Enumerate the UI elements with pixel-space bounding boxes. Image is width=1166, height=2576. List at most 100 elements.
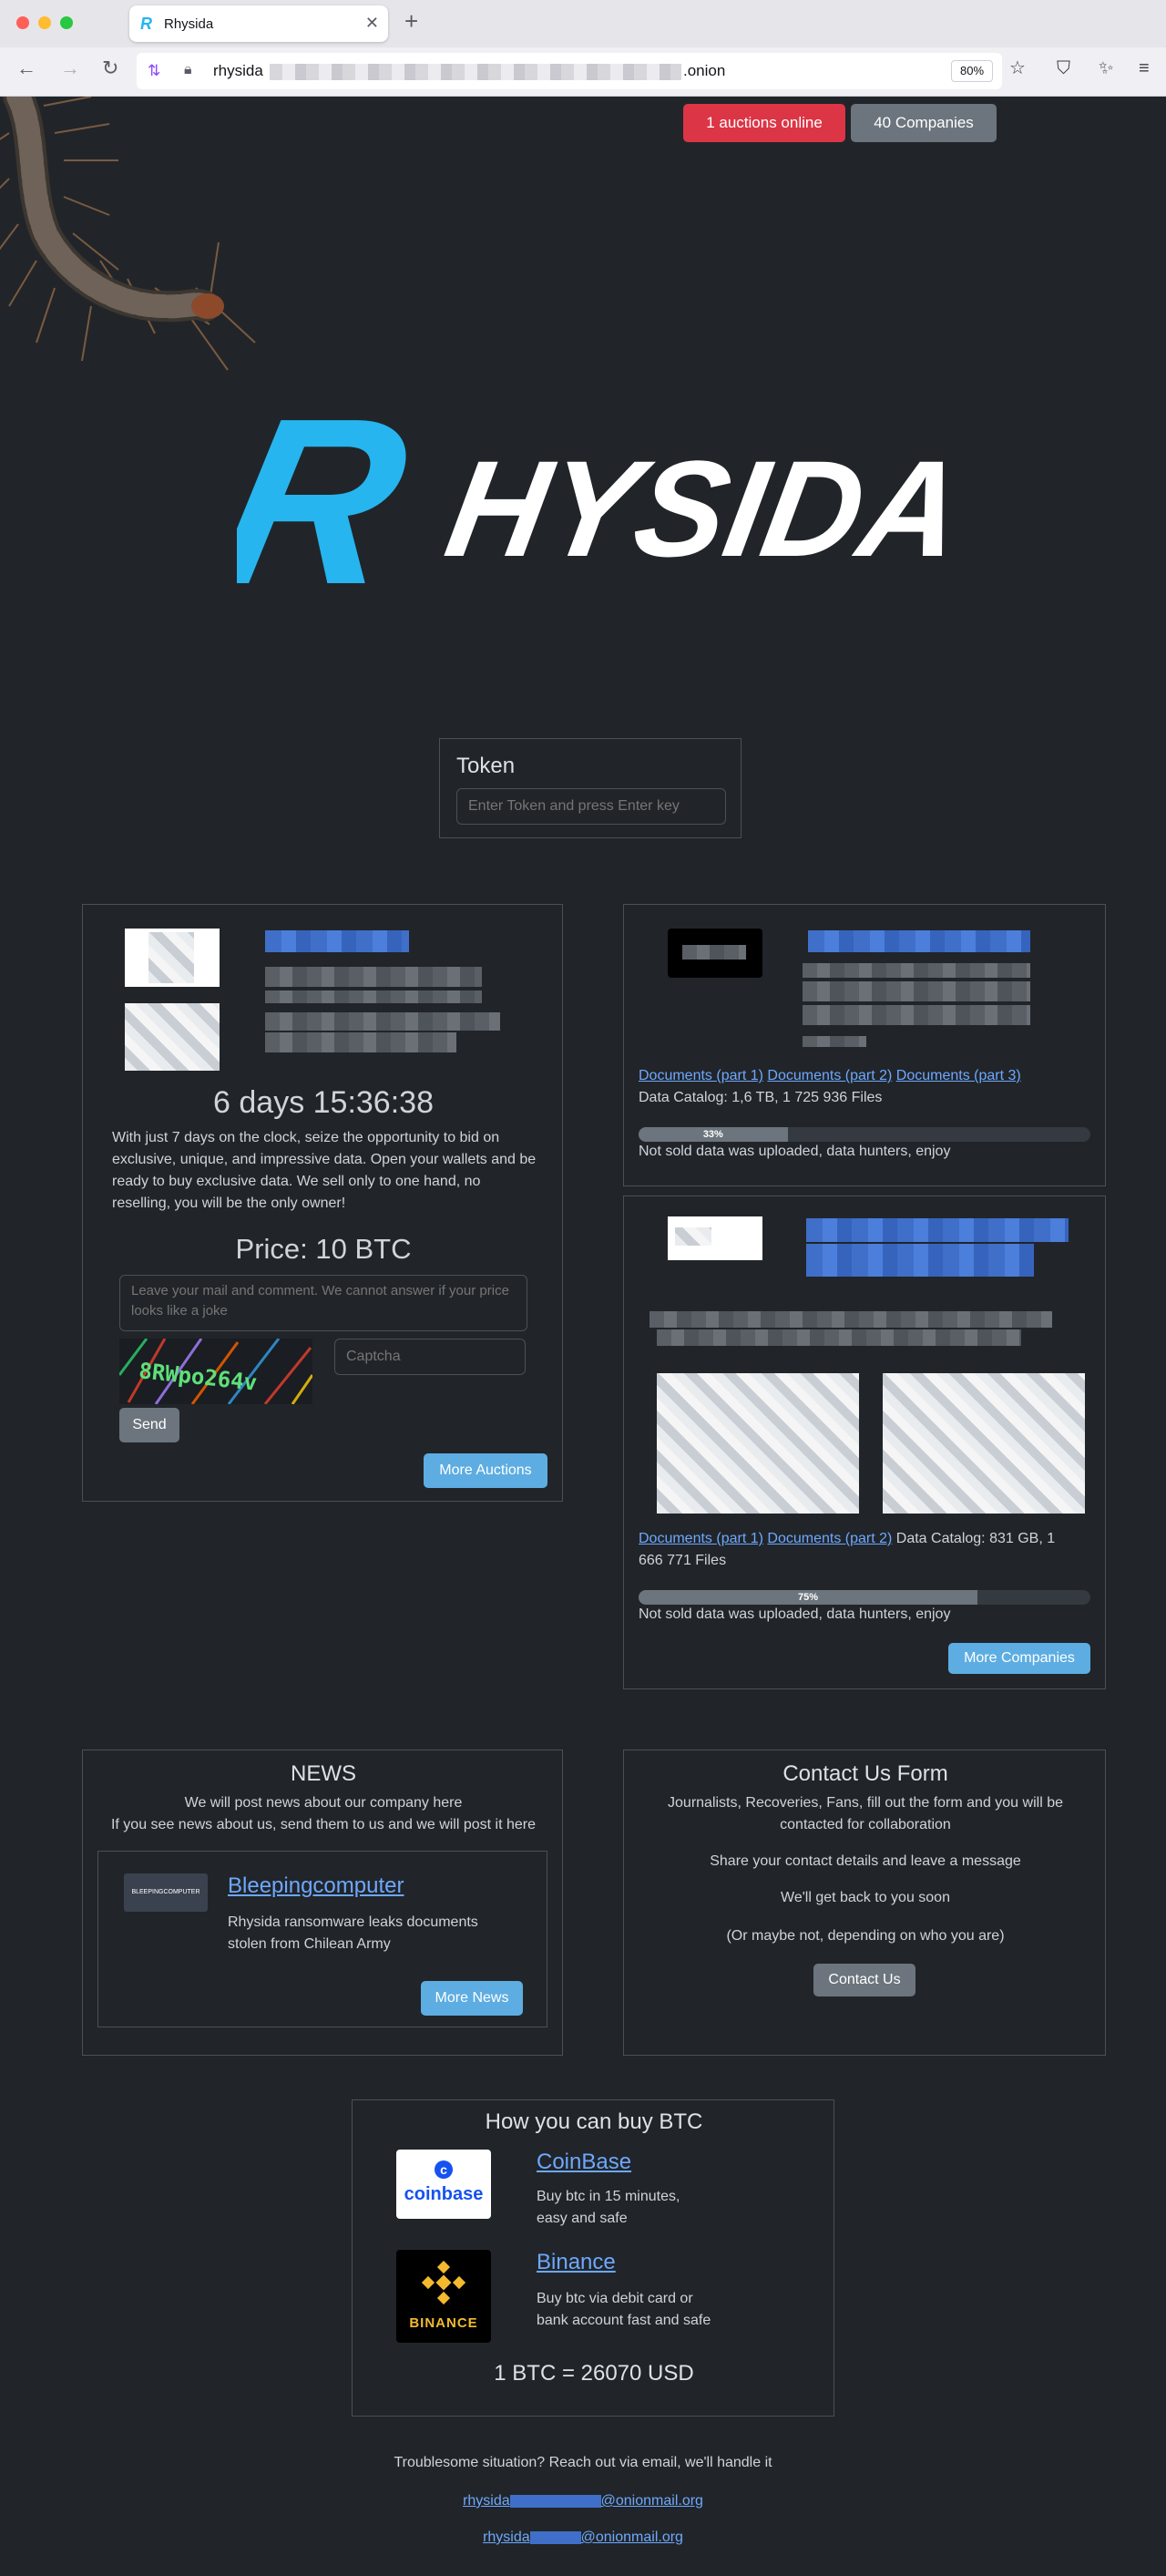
news-item-text: stolen from Chilean Army [228, 1936, 391, 1952]
favicon-icon: R [140, 15, 152, 33]
upload-progress: 75% [639, 1590, 1090, 1605]
more-news-button[interactable]: More News [421, 1981, 523, 2016]
coinbase-logo: c coinbase [396, 2150, 491, 2219]
company-info-redacted [649, 1311, 1052, 1328]
company-info-redacted [803, 981, 1030, 1001]
more-companies-button[interactable]: More Companies [948, 1643, 1090, 1674]
company-documents: Documents (part 1) Documents (part 2) Da… [639, 1528, 1094, 1550]
centipede-image [0, 97, 256, 371]
bookmark-star-icon[interactable]: ☆ [1009, 58, 1026, 78]
captcha-text: 8RWpo264v [138, 1358, 258, 1395]
address-bar[interactable]: ⇅ 🔒︎ rhysida .onion [137, 53, 1002, 89]
documents-part-3-link[interactable]: Documents (part 3) [896, 1068, 1021, 1083]
upload-progress-fill: 33% [639, 1127, 788, 1142]
company-title-redacted [808, 930, 1030, 952]
captcha-image: 8RWpo264v [119, 1339, 312, 1404]
binance-diamond-icon [422, 2261, 465, 2304]
email-prefix[interactable]: rhysida [463, 2493, 510, 2509]
email-redacted [529, 2530, 581, 2544]
news-item: BLEEPINGCOMPUTER Bleepingcomputer Rhysid… [97, 1851, 547, 2027]
auctions-online-button[interactable]: 1 auctions online [683, 104, 845, 142]
more-auctions-button[interactable]: More Auctions [424, 1453, 547, 1488]
close-tab-icon[interactable]: ✕ [365, 14, 379, 33]
binance-link[interactable]: Binance [537, 2250, 616, 2275]
companies-count-button[interactable]: 40 Companies [851, 104, 997, 142]
tab-title: Rhysida [164, 16, 214, 32]
auction-panel: 6 days 15:36:38 With just 7 days on the … [82, 904, 563, 1502]
auction-price: Price: 10 BTC [235, 1233, 412, 1265]
data-catalog: Data Catalog: 1,6 TB, 1 725 936 Files [639, 1090, 883, 1105]
url-suffix: .onion [683, 62, 726, 79]
url-redacted [270, 64, 681, 80]
auction-thumbnail-image [125, 1003, 220, 1071]
email-prefix[interactable]: rhysida [483, 2530, 530, 2545]
contact-text: Share your contact details and leave a m… [710, 1853, 1021, 1869]
news-intro: If you see news about us, send them to u… [110, 1817, 537, 1832]
email-link-2[interactable]: rhysida @onionmail.org [0, 2530, 1166, 2546]
contact-text: Journalists, Recoveries, Fans, fill out … [668, 1795, 1063, 1811]
close-window-button[interactable] [16, 16, 29, 29]
token-input[interactable] [456, 788, 726, 825]
browser-chrome: R Rhysida ✕ + ← → ↻ ⇅ 🔒︎ rhysida .onion … [0, 0, 1166, 97]
logo-r: R [237, 374, 427, 629]
forward-icon[interactable]: → [60, 58, 80, 78]
unsold-note: Not sold data was uploaded, data hunters… [639, 1144, 951, 1159]
zoom-level[interactable]: 80% [951, 60, 993, 82]
company-panel: Documents (part 1) Documents (part 2) Da… [623, 1196, 1106, 1689]
binance-logo: BINANCE [396, 2250, 491, 2343]
buy-btc-panel: How you can buy BTC c coinbase CoinBase … [352, 2099, 834, 2417]
footer-text: Troublesome situation? Reach out via ema… [394, 2455, 772, 2470]
binance-text: Buy btc via debit card or [537, 2291, 693, 2306]
token-box: Token [439, 738, 742, 838]
company-logo-image [668, 1216, 762, 1260]
shield-icon[interactable]: ⛉ [1057, 58, 1070, 78]
auction-title-redacted [265, 930, 409, 952]
news-title: NEWS [291, 1761, 356, 1786]
contact-text: contacted for collaboration [780, 1817, 951, 1832]
btc-rate: 1 BTC = 26070 USD [494, 2361, 694, 2386]
documents-part-1-link[interactable]: Documents (part 1) [639, 1531, 763, 1546]
unsold-note: Not sold data was uploaded, data hunters… [639, 1606, 951, 1622]
company-info-redacted [657, 1329, 1021, 1346]
news-panel: NEWS We will post news about our company… [82, 1750, 563, 2056]
documents-part-2-link[interactable]: Documents (part 2) [767, 1068, 892, 1083]
contact-title: Contact Us Form [782, 1761, 948, 1786]
captcha-input[interactable] [334, 1339, 526, 1375]
company-info-redacted [803, 1036, 866, 1047]
email-redacted [509, 2494, 601, 2508]
magic-wand-icon[interactable]: ✨︎ [1099, 58, 1113, 78]
documents-part-1-link[interactable]: Documents (part 1) [639, 1068, 763, 1083]
lock-icon[interactable]: 🔒︎ [184, 62, 192, 78]
auction-info-redacted [265, 1032, 456, 1052]
reload-icon[interactable]: ↻ [102, 58, 118, 78]
tor-circuit-icon[interactable]: ⇅ [148, 62, 160, 80]
contact-text: (Or maybe not, depending on who you are) [726, 1928, 1005, 1944]
minimize-window-button[interactable] [38, 16, 51, 29]
upload-progress-fill: 75% [639, 1590, 977, 1605]
back-icon[interactable]: ← [16, 58, 36, 78]
bleepingcomputer-link[interactable]: Bleepingcomputer [228, 1873, 404, 1899]
auction-description: With just 7 days on the clock, seize the… [112, 1130, 537, 1211]
email-suffix[interactable]: @onionmail.org [601, 2493, 703, 2509]
company-title-redacted [806, 1244, 1034, 1277]
coinbase-link[interactable]: CoinBase [537, 2150, 631, 2175]
company-panel: Documents (part 1) Documents (part 2) Do… [623, 904, 1106, 1186]
documents-part-2-link[interactable]: Documents (part 2) [767, 1531, 892, 1546]
send-button[interactable]: Send [119, 1408, 179, 1442]
upload-progress: 33% [639, 1127, 1090, 1142]
tab-strip: R Rhysida ✕ + [0, 0, 1166, 47]
news-intro: We will post news about our company here [184, 1795, 463, 1811]
auction-countdown: 6 days 15:36:38 [213, 1085, 434, 1120]
maximize-window-button[interactable] [60, 16, 73, 29]
email-suffix[interactable]: @onionmail.org [581, 2530, 683, 2545]
new-tab-icon[interactable]: + [404, 9, 418, 33]
contact-us-button[interactable]: Contact Us [813, 1964, 915, 1996]
menu-icon[interactable]: ≡ [1139, 58, 1150, 78]
company-logo-image [668, 929, 762, 978]
company-info-redacted [803, 1005, 1030, 1025]
comment-field[interactable] [119, 1275, 527, 1331]
browser-tab[interactable]: R Rhysida ✕ [129, 5, 388, 42]
email-link-1[interactable]: rhysida @onionmail.org [0, 2493, 1166, 2509]
auction-info-redacted [265, 967, 482, 987]
bleepingcomputer-logo: BLEEPINGCOMPUTER [124, 1873, 208, 1912]
